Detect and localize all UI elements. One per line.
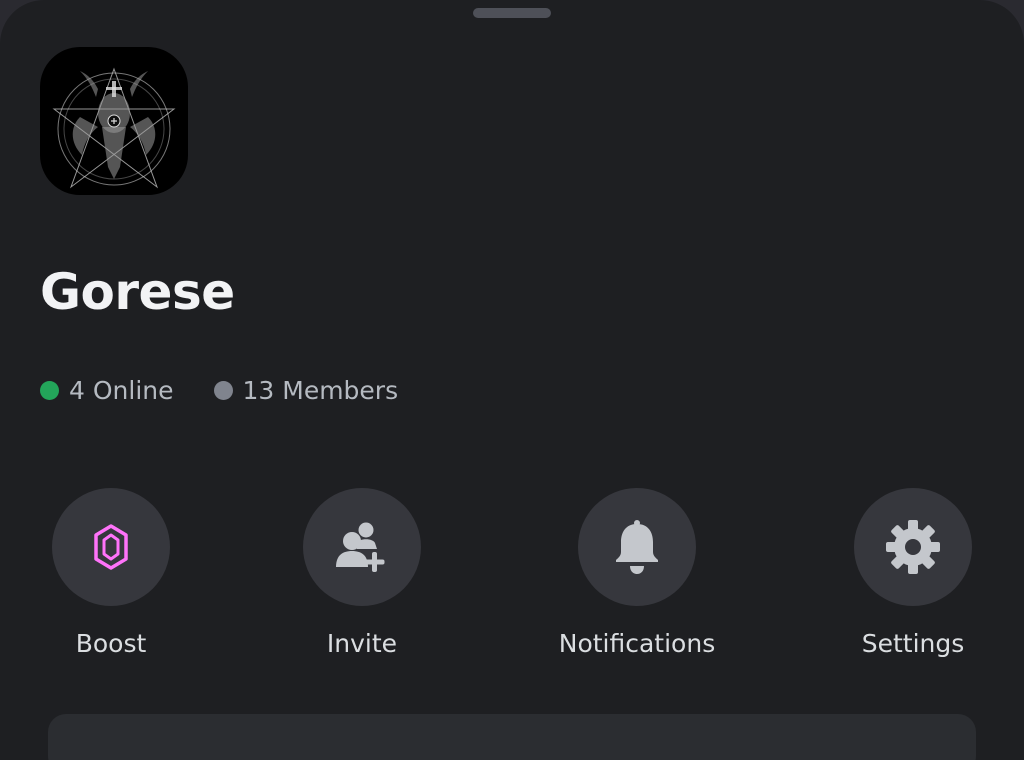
server-name: Gorese [40,263,235,321]
member-count-label: 13 Members [242,375,399,405]
online-count-label: 4 Online [69,375,174,405]
notifications-label: Notifications [558,629,716,658]
server-stats: 4 Online 13 Members [40,372,398,408]
settings-button[interactable]: Settings [813,488,1013,668]
boost-button[interactable]: Boost [11,488,211,668]
members-status-dot-icon [213,380,233,400]
server-bottom-sheet: Gorese 4 Online 13 Members Boost Invite … [0,0,1024,760]
pentagram-emblem-icon [52,67,176,189]
member-count: 13 Members [213,375,399,405]
online-status-dot-icon [40,380,59,400]
notifications-button-circle[interactable] [578,488,696,606]
invite-label: Invite [326,629,398,658]
gear-icon [886,520,940,574]
boost-label: Boost [75,629,147,658]
invite-button-circle[interactable] [303,488,421,606]
boost-gem-icon [94,524,128,570]
server-avatar[interactable] [40,47,188,195]
notifications-button[interactable]: Notifications [537,488,737,668]
boost-button-circle[interactable] [52,488,170,606]
invite-button[interactable]: Invite [262,488,462,668]
next-section-card[interactable] [48,714,976,760]
online-count: 4 Online [40,376,174,405]
drag-handle[interactable] [473,8,551,18]
add-person-icon [336,522,385,572]
bell-icon [616,520,658,574]
settings-label: Settings [861,629,965,658]
settings-button-circle[interactable] [854,488,972,606]
